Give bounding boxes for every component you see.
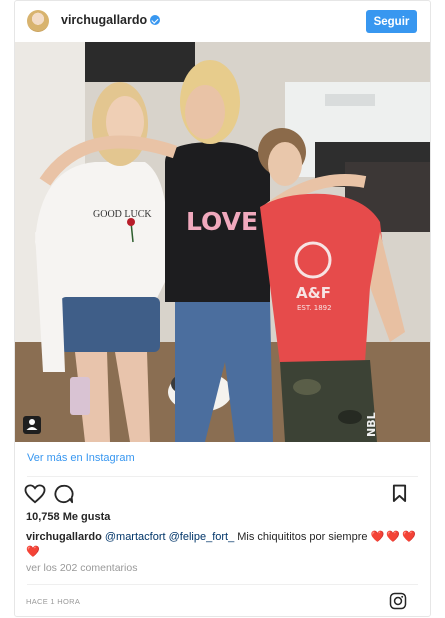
- verified-badge-icon: [150, 15, 161, 25]
- post-header: virchugallardo Seguir: [15, 1, 430, 42]
- instagram-logo-icon[interactable]: [389, 592, 407, 610]
- shirt-good-luck-text: GOOD LUCK: [93, 209, 152, 220]
- comment-bubble-icon[interactable]: [53, 484, 74, 504]
- divider: [27, 476, 418, 477]
- caption: virchugallardo @martacfort @felipe_fort_…: [26, 530, 421, 560]
- pants-nbl-text: NBL: [365, 412, 378, 437]
- username[interactable]: virchugallardo: [61, 13, 147, 27]
- shirt-est-text: EST. 1892: [297, 304, 332, 312]
- caption-username[interactable]: virchugallardo: [26, 531, 102, 543]
- avatar[interactable]: [27, 10, 49, 32]
- view-comments-link[interactable]: ver los 202 comentarios: [26, 562, 137, 574]
- shirt-love-text: LOVE: [186, 207, 258, 236]
- divider: [27, 584, 418, 585]
- bookmark-icon[interactable]: [392, 484, 407, 503]
- post-timestamp: HACE 1 HORA: [26, 597, 81, 606]
- view-more-link[interactable]: Ver más en Instagram: [27, 452, 135, 464]
- photo-illustration: GOOD LUCK LOVE A&F EST. 1892 NBL: [15, 42, 430, 442]
- post-photo[interactable]: GOOD LUCK LOVE A&F EST. 1892 NBL: [15, 42, 430, 442]
- heart-outline-icon[interactable]: [24, 484, 46, 504]
- username-block[interactable]: virchugallardo: [61, 13, 161, 27]
- caption-text: Mis chiquititos por siempre: [237, 531, 368, 543]
- likes-count[interactable]: 10,758 Me gusta: [26, 511, 110, 523]
- mention-martacfort[interactable]: @martacfort: [105, 531, 166, 543]
- shirt-af-text: A&F: [296, 284, 331, 302]
- follow-button[interactable]: Seguir: [366, 10, 417, 33]
- mention-felipe-fort[interactable]: @felipe_fort_: [169, 531, 235, 543]
- instagram-embed-card: virchugallardo Seguir GOOD LUCK LOVE A&F…: [14, 0, 431, 617]
